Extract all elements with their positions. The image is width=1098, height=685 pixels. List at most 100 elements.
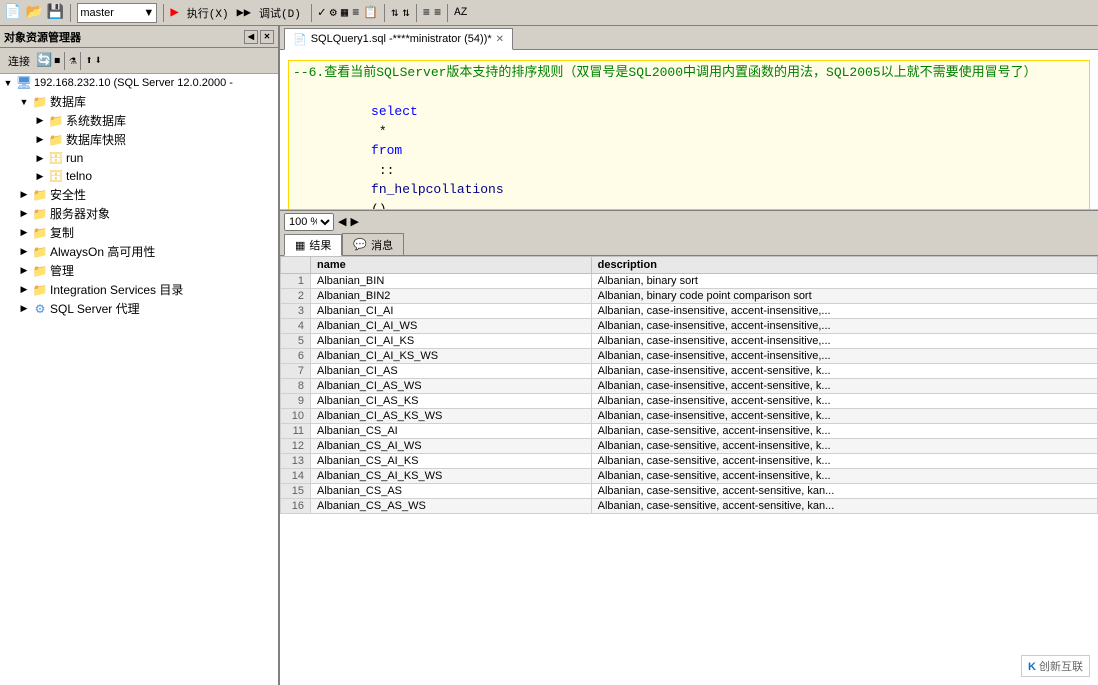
table-row[interactable]: 16Albanian_CS_AS_WSAlbanian, case-sensit… [281,499,1098,514]
databases-label: 数据库 [50,93,86,110]
cell-name: Albanian_CI_AS_WS [311,379,592,394]
table-row[interactable]: 14Albanian_CS_AI_KS_WSAlbanian, case-sen… [281,469,1098,484]
expand-agent[interactable]: ▶ [16,301,32,317]
cell-rownum: 5 [281,334,311,349]
table-header-row: name description [281,257,1098,274]
expand-replication[interactable]: ▶ [16,225,32,241]
cell-rownum: 14 [281,469,311,484]
toolbar-debug-icon: ▶▶ [237,5,251,20]
query-tab[interactable]: 📄 SQLQuery1.sql -****ministrator (54))* … [284,28,513,50]
table-row[interactable]: 4Albanian_CI_AI_WSAlbanian, case-insensi… [281,319,1098,334]
table-row[interactable]: 3Albanian_CI_AIAlbanian, case-insensitiv… [281,304,1098,319]
expand-integration[interactable]: ▶ [16,282,32,298]
tree-item-server-obj[interactable]: ▶ 📁 服务器对象 [0,204,278,223]
cell-description: Albanian, case-insensitive, accent-sensi… [591,379,1097,394]
snapshot-label: 数据库快照 [66,131,126,148]
tab-results[interactable]: ▦ 结果 [284,234,342,256]
cell-rownum: 11 [281,424,311,439]
toolbar-icon-parse: ⚙ [330,5,337,20]
tree-item-server[interactable]: ▼ 🖥 192.168.232.10 (SQL Server 12.0.2000… [0,74,278,92]
tree-item-run[interactable]: ▶ 🗄 run [0,149,278,167]
expand-management[interactable]: ▶ [16,263,32,279]
col-header-num [281,257,311,274]
cell-description: Albanian, case-sensitive, accent-sensiti… [591,484,1097,499]
tree-item-management[interactable]: ▶ 📁 管理 [0,261,278,280]
zoom-nav-prev[interactable]: ◀ [338,215,346,228]
table-row[interactable]: 6Albanian_CI_AI_KS_WSAlbanian, case-inse… [281,349,1098,364]
tree-item-telno[interactable]: ▶ 🗄 telno [0,167,278,185]
table-row[interactable]: 5Albanian_CI_AI_KSAlbanian, case-insensi… [281,334,1098,349]
sql-editor[interactable]: --6.查看当前SQLServer版本支持的排序规则（双冒号是SQL2000中调… [280,50,1098,210]
cell-rownum: 3 [281,304,311,319]
expand-server[interactable]: ▼ [0,75,16,91]
explorer-icon-refresh[interactable]: 🔄 [36,53,52,68]
results-tab-icon: ▦ [295,239,305,252]
results-table: name description 1Albanian_BINAlbanian, … [280,256,1098,514]
col-header-description[interactable]: description [591,257,1097,274]
table-row[interactable]: 10Albanian_CI_AS_KS_WSAlbanian, case-ins… [281,409,1098,424]
expand-snapshot[interactable]: ▶ [32,132,48,148]
explorer-icon-up[interactable]: ⬆ [85,53,92,68]
connect-button[interactable]: 连接 [4,52,34,70]
table-row[interactable]: 15Albanian_CS_ASAlbanian, case-sensitive… [281,484,1098,499]
table-row[interactable]: 2Albanian_BIN2Albanian, binary code poin… [281,289,1098,304]
table-row[interactable]: 9Albanian_CI_AS_KSAlbanian, case-insensi… [281,394,1098,409]
tab-close-btn[interactable]: ✕ [496,34,504,45]
table-row[interactable]: 8Albanian_CI_AS_WSAlbanian, case-insensi… [281,379,1098,394]
explorer-icon-filter[interactable]: ⚗ [69,53,76,68]
table-row[interactable]: 11Albanian_CS_AIAlbanian, case-sensitive… [281,424,1098,439]
table-row[interactable]: 7Albanian_CI_ASAlbanian, case-insensitiv… [281,364,1098,379]
zoom-nav-next[interactable]: ▶ [350,215,358,228]
sql-line1: select * from :: fn_helpcollations () [293,83,1085,211]
expand-system-db[interactable]: ▶ [32,113,48,129]
cell-rownum: 10 [281,409,311,424]
table-row[interactable]: 13Albanian_CS_AI_KSAlbanian, case-sensit… [281,454,1098,469]
database-dropdown[interactable]: master ▼ [77,3,157,23]
cell-rownum: 1 [281,274,311,289]
execute-button[interactable]: 执行(X) [183,4,233,22]
telno-label: telno [66,169,92,183]
cell-description: Albanian, case-insensitive, accent-sensi… [591,409,1097,424]
table-row[interactable]: 12Albanian_CS_AI_WSAlbanian, case-sensit… [281,439,1098,454]
toolbar-sep6 [447,4,448,22]
tree-item-security[interactable]: ▶ 📁 安全性 [0,185,278,204]
folder-snapshot-icon: 📁 [48,132,64,148]
panel-close-btn[interactable]: ✕ [260,30,274,44]
tree-item-replication[interactable]: ▶ 📁 复制 [0,223,278,242]
explorer-icon-down[interactable]: ⬇ [95,53,102,68]
messages-tab-icon: 💬 [353,238,367,251]
toolbar-sep1 [70,4,71,22]
zoom-select[interactable]: 100 % 75 % 150 % [284,213,334,231]
expand-databases[interactable]: ▼ [16,94,32,110]
tab-messages[interactable]: 💬 消息 [342,233,404,255]
tree-item-system-db[interactable]: ▶ 📁 系统数据库 [0,111,278,130]
expand-server-obj[interactable]: ▶ [16,206,32,222]
toolbar-icon-file: 📋 [363,5,378,20]
cell-name: Albanian_CI_AI_KS [311,334,592,349]
toolbar-icon-sort2: ⇅ [403,5,410,20]
expand-telno[interactable]: ▶ [32,168,48,184]
expand-alwayson[interactable]: ▶ [16,244,32,260]
panel-pin-btn[interactable]: ◀ [244,30,258,44]
tree-item-integration[interactable]: ▶ 📁 Integration Services 目录 [0,280,278,299]
tree-item-alwayson[interactable]: ▶ 📁 AlwaysOn 高可用性 [0,242,278,261]
main-toolbar: 📄 📂 💾 master ▼ ▶ 执行(X) ▶▶ 调试(D) ✓ ⚙ ▦ ≡ … [0,0,1098,26]
expand-security[interactable]: ▶ [16,187,32,203]
folder-serverobj-icon: 📁 [32,206,48,222]
sql-comment-line: --6.查看当前SQLServer版本支持的排序规则（双冒号是SQL2000中调… [293,63,1085,83]
tree-item-databases[interactable]: ▼ 📁 数据库 [0,92,278,111]
server-icon: 🖥 [16,75,32,91]
explorer-toolbar: 连接 🔄 ⏹ ⚗ ⬆ ⬇ [0,48,278,74]
tree-item-agent[interactable]: ▶ ⚙ SQL Server 代理 [0,299,278,318]
results-area[interactable]: name description 1Albanian_BINAlbanian, … [280,256,1098,685]
folder-integration-icon: 📁 [32,282,48,298]
explorer-icon-stop[interactable]: ⏹ [54,54,60,68]
table-row[interactable]: 1Albanian_BINAlbanian, binary sort [281,274,1098,289]
debug-button[interactable]: 调试(D) [255,4,305,22]
toolbar-sep4 [384,4,385,22]
expand-run[interactable]: ▶ [32,150,48,166]
col-header-name[interactable]: name [311,257,592,274]
object-tree[interactable]: ▼ 🖥 192.168.232.10 (SQL Server 12.0.2000… [0,74,278,685]
tree-item-snapshot[interactable]: ▶ 📁 数据库快照 [0,130,278,149]
integration-label: Integration Services 目录 [50,281,183,298]
